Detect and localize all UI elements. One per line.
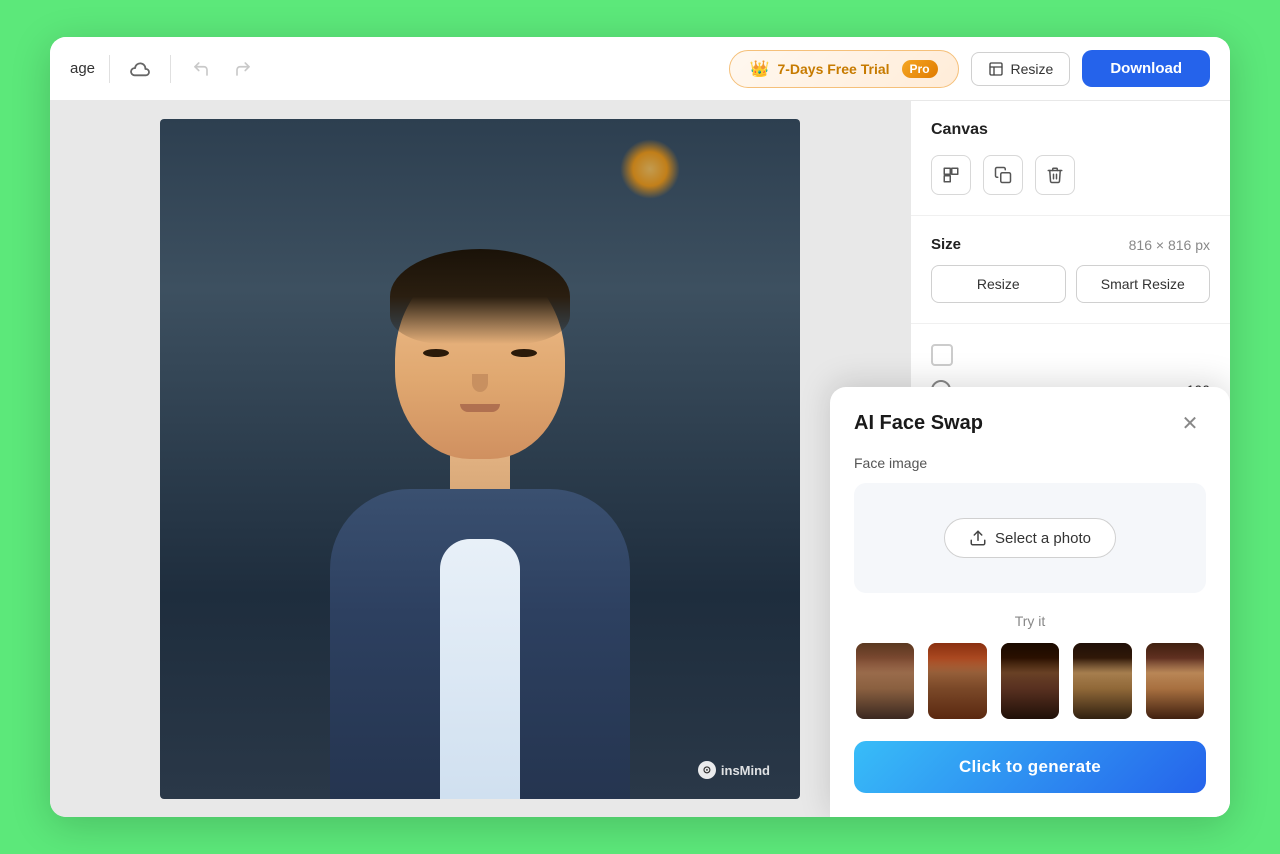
dialog-header: AI Face Swap ✕ <box>830 387 1230 455</box>
canvas-section-title: Canvas <box>931 121 1210 139</box>
face-hair-2 <box>928 643 986 673</box>
portrait-image: ⊙ insMind <box>160 119 800 799</box>
mouth <box>460 404 500 412</box>
nose <box>472 374 488 392</box>
crown-icon: 👑 <box>750 59 770 79</box>
watermark: ⊙ insMind <box>698 761 770 779</box>
app-container: age <box>50 37 1230 817</box>
top-bar-left: age <box>70 53 259 85</box>
sample-face-3[interactable] <box>999 641 1061 721</box>
trash-icon <box>1046 166 1064 184</box>
dialog-title: AI Face Swap <box>854 412 983 435</box>
page-label: age <box>70 60 95 77</box>
sample-face-5[interactable] <box>1144 641 1206 721</box>
select-photo-label: Select a photo <box>995 530 1091 547</box>
canvas-align-button[interactable] <box>931 155 971 195</box>
canvas-area: ⊙ insMind <box>50 101 910 817</box>
figure <box>320 179 640 799</box>
resize-header-label: Resize <box>1011 61 1054 77</box>
canvas-frame: ⊙ insMind <box>160 119 800 799</box>
canvas-copy-button[interactable] <box>983 155 1023 195</box>
canvas-section: Canvas <box>911 101 1230 216</box>
hair <box>390 249 570 344</box>
resize-buttons: Resize Smart Resize <box>931 265 1210 303</box>
right-eye <box>511 349 537 357</box>
pro-badge: Pro <box>902 60 938 78</box>
sample-faces <box>854 641 1206 721</box>
sample-face-4[interactable] <box>1071 641 1133 721</box>
undo-icon <box>192 60 210 78</box>
upload-icon <box>969 529 987 547</box>
sample-face-2[interactable] <box>926 641 988 721</box>
undo-button[interactable] <box>185 53 217 85</box>
shirt <box>440 539 520 799</box>
face-image-label: Face image <box>854 455 1206 471</box>
canvas-actions <box>931 155 1210 195</box>
size-label: Size <box>931 236 961 253</box>
face-inner-1 <box>856 643 914 719</box>
watermark-icon: ⊙ <box>698 761 716 779</box>
trial-button[interactable]: 👑 7-Days Free Trial Pro <box>729 50 959 88</box>
dialog-body: Face image Select a photo Try it <box>830 455 1230 817</box>
select-photo-button[interactable]: Select a photo <box>944 518 1116 558</box>
photo-upload-area[interactable]: Select a photo <box>854 483 1206 593</box>
face-hair-3 <box>1001 643 1059 673</box>
sample-face-1[interactable] <box>854 641 916 721</box>
top-bar: age <box>50 37 1230 101</box>
try-it-label: Try it <box>854 613 1206 629</box>
dialog-close-button[interactable]: ✕ <box>1174 407 1206 439</box>
face-swap-dialog: AI Face Swap ✕ Face image Select a photo… <box>830 387 1230 817</box>
redo-icon <box>234 60 252 78</box>
face-hair-5 <box>1146 643 1204 673</box>
face-inner-4 <box>1073 643 1131 719</box>
face-inner-2 <box>928 643 986 719</box>
cloud-icon <box>129 60 151 78</box>
face-inner-3 <box>1001 643 1059 719</box>
download-button[interactable]: Download <box>1082 50 1210 87</box>
divider <box>109 55 110 83</box>
try-it-section: Try it <box>854 613 1206 721</box>
face-hair-1 <box>856 643 914 673</box>
head <box>395 259 565 459</box>
resize-header-button[interactable]: Resize <box>971 52 1071 86</box>
face-inner-5 <box>1146 643 1204 719</box>
layer-checkbox[interactable] <box>931 344 953 366</box>
cloud-save-button[interactable] <box>124 53 156 85</box>
face-hair-4 <box>1073 643 1131 673</box>
size-row: Size 816 × 816 px <box>931 236 1210 253</box>
redo-button[interactable] <box>227 53 259 85</box>
canvas-delete-button[interactable] <box>1035 155 1075 195</box>
size-section: Size 816 × 816 px Resize Smart Resize <box>911 216 1230 324</box>
divider2 <box>170 55 171 83</box>
generate-button[interactable]: Click to generate <box>854 741 1206 793</box>
top-bar-right: 👑 7-Days Free Trial Pro Resize Download <box>729 50 1210 88</box>
trial-label: 7-Days Free Trial <box>777 61 889 77</box>
left-eye <box>423 349 449 357</box>
resize-icon <box>988 61 1004 77</box>
align-icon <box>942 166 960 184</box>
smart-resize-option-button[interactable]: Smart Resize <box>1076 265 1211 303</box>
size-value: 816 × 816 px <box>1129 237 1210 253</box>
resize-option-button[interactable]: Resize <box>931 265 1066 303</box>
watermark-text: insMind <box>721 763 770 778</box>
copy-icon <box>994 166 1012 184</box>
